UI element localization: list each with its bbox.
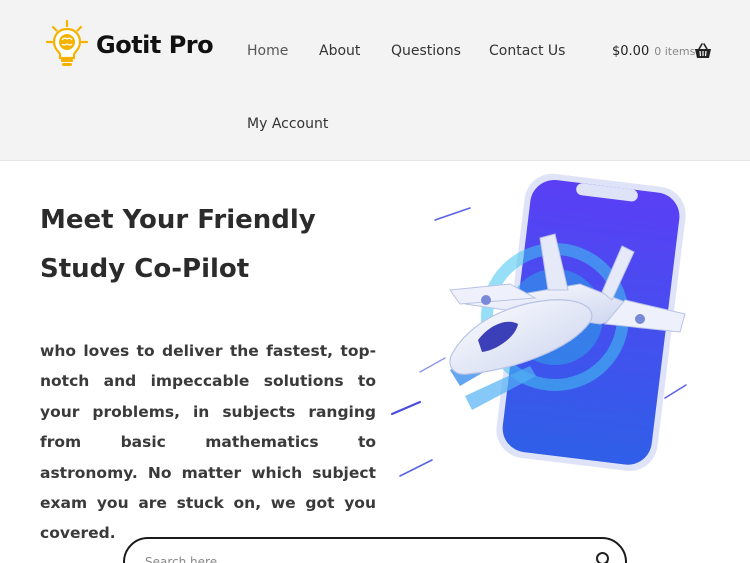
hero-title: Meet Your Friendly Study Co-Pilot	[40, 205, 316, 284]
phone-jet-illustration	[390, 173, 687, 477]
cart-link[interactable]: $0.00 0 items	[612, 42, 711, 62]
nav-my-account[interactable]: My Account	[247, 116, 328, 132]
hero-description: who loves to deliver the fastest, top-no…	[40, 342, 376, 543]
brand-name: Gotit Pro	[96, 31, 214, 59]
search-bar	[123, 537, 627, 563]
search-input[interactable]	[145, 551, 565, 563]
cart-count: 0 items	[654, 45, 696, 58]
site-header: Gotit Pro Home About Questions Contact U…	[0, 0, 750, 161]
site-logo[interactable]: Gotit Pro	[44, 18, 219, 70]
nav-contact-us[interactable]: Contact Us	[489, 43, 565, 59]
search-icon[interactable]	[595, 551, 613, 563]
cart-amount: $0.00	[612, 44, 650, 59]
nav-questions[interactable]: Questions	[391, 43, 461, 59]
nav-home[interactable]: Home	[247, 43, 288, 59]
lightbulb-brain-icon	[45, 19, 89, 66]
basket-icon	[695, 43, 711, 58]
nav-about[interactable]: About	[319, 43, 360, 59]
